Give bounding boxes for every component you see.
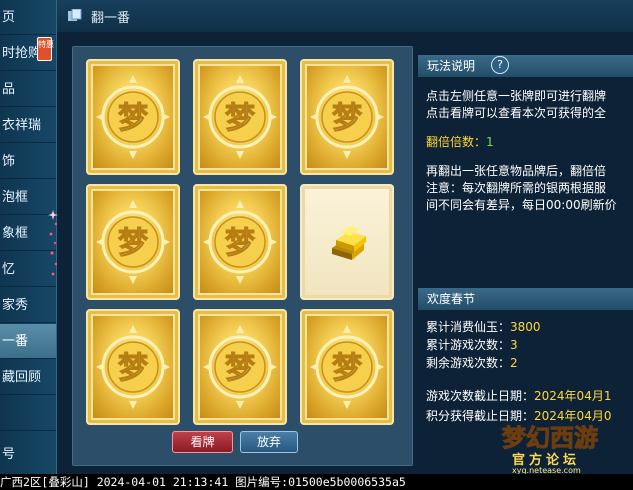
event-header: 欢度春节: [418, 288, 633, 310]
deadline-label: 游戏次数截止日期：: [426, 389, 535, 403]
rules-line-5: 间不同会有差异，每日00:00刷新价: [426, 198, 617, 212]
svg-text:梦: 梦: [118, 226, 148, 261]
sidebar-item-label: 忆: [2, 262, 16, 277]
cards-icon: [68, 9, 82, 21]
total-plays-row: 累计游戏次数：3: [426, 336, 518, 353]
coin-emblem-icon: 梦: [310, 325, 384, 409]
sidebar-item-label: 藏回顾: [2, 370, 42, 385]
special-offer-badge: 特惠: [37, 37, 54, 61]
multiplier-row: 翻倍倍数：1: [426, 133, 494, 150]
svg-text:梦: 梦: [118, 351, 148, 386]
card-back[interactable]: 梦: [300, 309, 394, 425]
deadline-row: 游戏次数截止日期：2024年04月1: [426, 387, 611, 404]
rules-line-1: 点击左侧任意一张牌即可进行翻牌: [426, 89, 607, 103]
multiplier-value: 1: [486, 135, 494, 149]
page-title: 翻一番: [91, 11, 131, 26]
rules-header: 玩法说明 ?: [418, 55, 633, 77]
gold-ingot-icon: [332, 226, 366, 260]
coin-emblem-icon: 梦: [96, 75, 170, 159]
card-back[interactable]: 梦: [193, 184, 287, 300]
sidebar-item-label: 衣祥瑞: [2, 118, 42, 133]
sidebar-item-double-up[interactable]: 一番: [0, 324, 56, 359]
svg-text:梦: 梦: [332, 351, 362, 386]
window-header: 翻一番: [57, 0, 633, 32]
remaining-label: 剩余游戏次数：: [426, 356, 511, 370]
view-cards-button[interactable]: 看牌: [172, 431, 233, 453]
sidebar-item-label: 页: [2, 10, 16, 25]
card-back[interactable]: 梦: [193, 59, 287, 175]
consumed-label: 累计消费仙玉：: [426, 320, 511, 334]
card-back[interactable]: 梦: [300, 59, 394, 175]
remaining-row: 剩余游戏次数：2: [426, 354, 518, 371]
rules-line-2: 点击看牌可以查看本次可获得的全: [426, 106, 607, 120]
event-title: 欢度春节: [427, 292, 476, 306]
sparkle-decoration-icon: [48, 210, 58, 276]
status-bar: 广西2区[叠彩山] 2024-04-01 21:13:41 图片编号:01500…: [0, 474, 633, 490]
card-back[interactable]: 梦: [86, 184, 180, 300]
sidebar-item-label: 一番: [2, 334, 29, 349]
sidebar-item-account[interactable]: 号: [0, 437, 56, 472]
coin-emblem-icon: 梦: [203, 200, 277, 284]
rules-title: 玩法说明: [427, 59, 476, 73]
sidebar-item-collection-review[interactable]: 藏回顾: [0, 360, 56, 395]
sidebar-item-home-show[interactable]: 家秀: [0, 288, 56, 323]
coin-emblem-icon: 梦: [203, 325, 277, 409]
total-plays-label: 累计游戏次数：: [426, 338, 511, 352]
sidebar-item-label: 品: [2, 82, 16, 97]
card-back[interactable]: 梦: [193, 309, 287, 425]
coin-emblem-icon: 梦: [310, 75, 384, 159]
svg-text:梦: 梦: [225, 226, 255, 261]
remaining-value: 2: [510, 356, 518, 370]
sidebar-item-label: 家秀: [2, 298, 29, 313]
sidebar-item-label: 饰: [2, 154, 16, 169]
svg-text:梦: 梦: [225, 101, 255, 136]
game-logo-watermark: 梦幻西游 官方论坛 xyq.netease.com: [502, 423, 599, 475]
svg-text:梦: 梦: [118, 101, 148, 136]
card-revealed[interactable]: [300, 184, 394, 300]
svg-text:梦: 梦: [332, 101, 362, 136]
consumed-value: 3800: [510, 320, 541, 334]
sidebar-item-goods[interactable]: 品: [0, 72, 56, 107]
coin-emblem-icon: 梦: [203, 75, 277, 159]
svg-text:梦: 梦: [225, 351, 255, 386]
rules-line-4: 注意：每次翻牌所需的银两根据服: [426, 181, 607, 195]
help-icon[interactable]: ?: [491, 56, 509, 74]
deadline-value: 2024年04月1: [534, 389, 612, 403]
coin-emblem-icon: 梦: [96, 200, 170, 284]
logo-text: 梦幻西游: [502, 423, 598, 452]
sidebar-item-accessories[interactable]: 饰: [0, 144, 56, 179]
consumed-row: 累计消费仙玉：3800: [426, 318, 541, 335]
sidebar-item-flash-sale[interactable]: 时抢购 特惠: [0, 36, 56, 71]
logo-url: xyq.netease.com: [512, 466, 581, 474]
card-back[interactable]: 梦: [86, 309, 180, 425]
multiplier-label: 翻倍倍数：: [426, 135, 487, 149]
rules-line-3: 再翻出一张任意物品牌后，翻倍倍: [426, 164, 607, 178]
sidebar-item-label: 泡框: [2, 190, 29, 205]
total-plays-value: 3: [510, 338, 518, 352]
sidebar: 页 时抢购 特惠 品 衣祥瑞 饰 泡框 象框 忆 家秀 一番 藏回顾 号: [0, 0, 58, 474]
sidebar-item-home[interactable]: 页: [0, 0, 56, 35]
sidebar-item-empty: [0, 396, 56, 431]
sidebar-item-label: 时抢购: [2, 46, 42, 61]
sidebar-item-label: 象框: [2, 226, 29, 241]
sidebar-item-auspicious[interactable]: 衣祥瑞: [0, 108, 56, 143]
card-back[interactable]: 梦: [86, 59, 180, 175]
coin-emblem-icon: 梦: [96, 325, 170, 409]
sidebar-item-label: 号: [2, 447, 16, 462]
give-up-button[interactable]: 放弃: [240, 431, 298, 453]
